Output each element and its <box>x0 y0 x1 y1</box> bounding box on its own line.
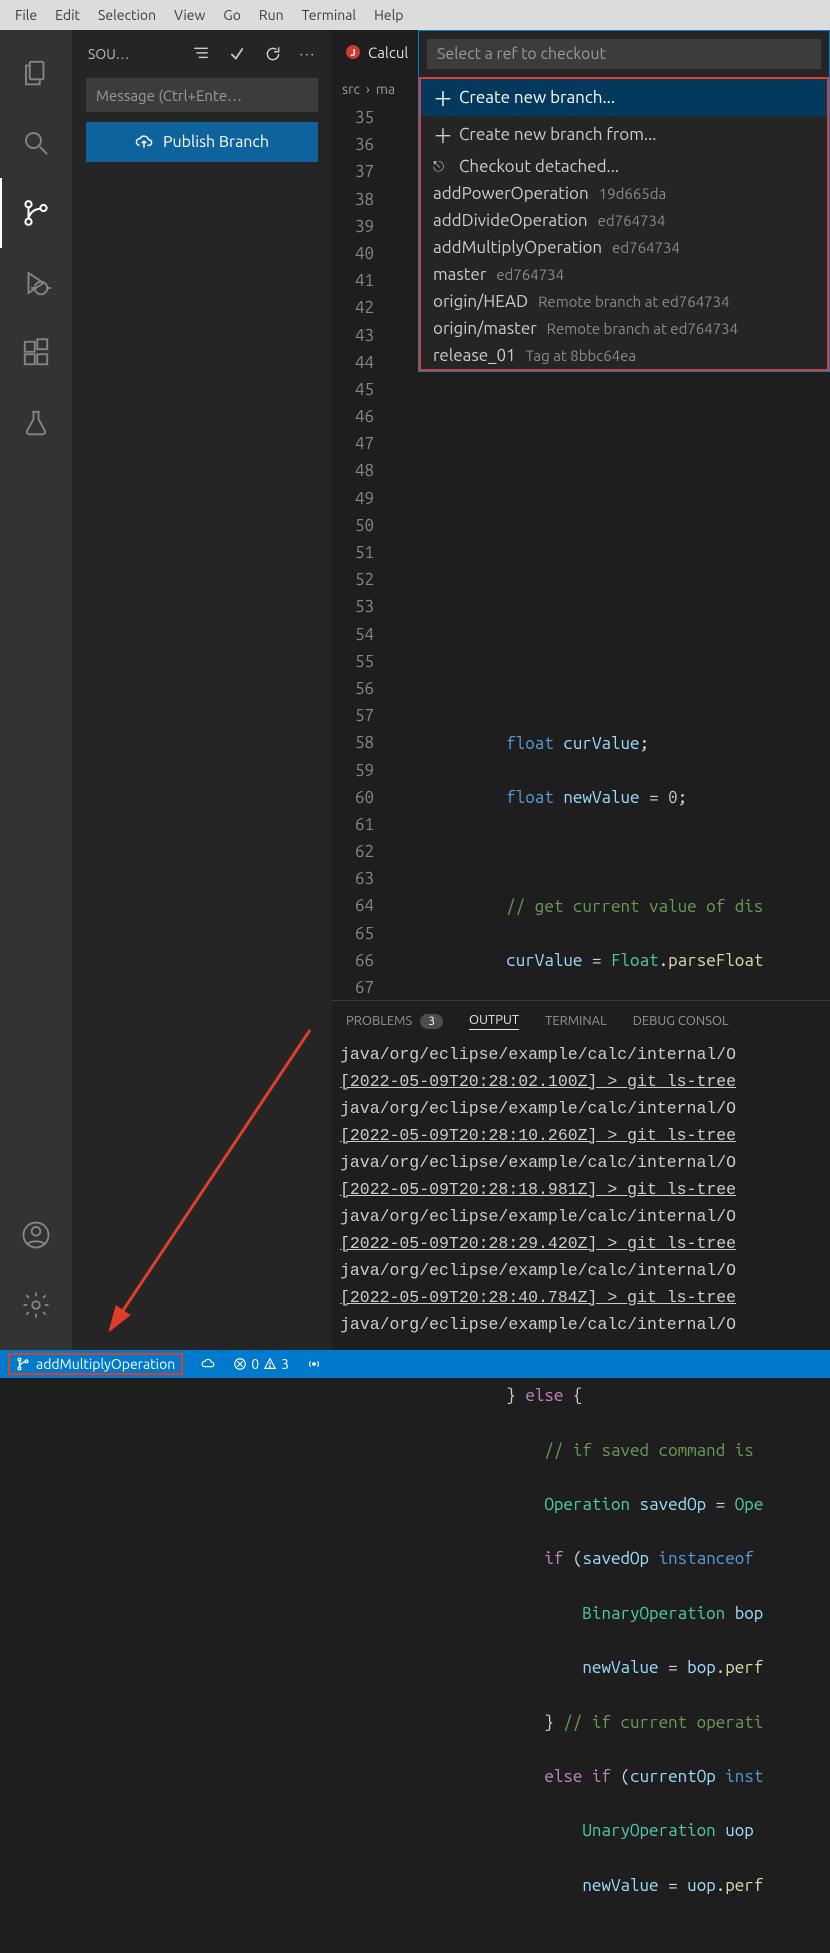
status-bar: addMultiplyOperation 0 3 <box>0 1350 830 1378</box>
activity-search[interactable] <box>0 108 72 178</box>
status-branch-name: addMultiplyOperation <box>36 1356 175 1372</box>
error-icon <box>233 1357 247 1371</box>
account-icon <box>21 1220 51 1250</box>
tab-title: Calcul <box>368 44 408 61</box>
quickpick-list: ＋ Create new branch... ＋ Create new bran… <box>419 77 829 371</box>
quickpick-item-hint: ed764734 <box>598 212 666 229</box>
problems-badge: 3 <box>420 1014 443 1029</box>
activity-explorer[interactable] <box>0 38 72 108</box>
source-control-icon <box>21 198 51 228</box>
quickpick-item-tag[interactable]: release_01 Tag at 8bbc64ea <box>421 342 827 369</box>
plus-icon: ＋ <box>433 83 449 112</box>
chevron-right-icon: › <box>366 81 370 97</box>
quickpick-item-hint: ed764734 <box>496 266 564 283</box>
status-branch[interactable]: addMultiplyOperation <box>8 1353 183 1375</box>
publish-branch-label: Publish Branch <box>163 133 269 151</box>
refresh-icon[interactable] <box>264 45 282 63</box>
output-body[interactable]: java/org/eclipse/example/calc/internal/O… <box>332 1041 830 1338</box>
warning-icon <box>263 1357 277 1371</box>
panel-tab-terminal[interactable]: TERMINAL <box>545 1014 607 1028</box>
panel-tabs: PROBLEMS 3 OUTPUT TERMINAL DEBUG CONSOL <box>332 1001 830 1041</box>
more-icon[interactable]: ··· <box>300 45 316 63</box>
scm-message-input[interactable]: Message (Ctrl+Ente… <box>86 78 318 112</box>
quickpick-item-hint: Remote branch at ed764734 <box>547 320 738 337</box>
sidebar-header: SOU… ··· <box>72 30 332 78</box>
quickpick-item-label: Checkout detached... <box>459 157 619 176</box>
editor-tab[interactable]: J Calcul <box>332 30 422 74</box>
quickpick-item-hint: Tag at 8bbc64ea <box>526 347 636 364</box>
view-as-tree-icon[interactable] <box>192 45 210 63</box>
extensions-icon <box>21 338 51 368</box>
activity-bar <box>0 30 72 1350</box>
quickpick-item-remote[interactable]: origin/master Remote branch at ed764734 <box>421 315 827 342</box>
cloud-icon <box>201 1357 215 1371</box>
java-file-icon: J <box>346 45 360 59</box>
error-count: 0 <box>251 1356 259 1372</box>
search-icon <box>21 128 51 158</box>
quickpick-item-label: addDivideOperation <box>433 211 588 230</box>
quickpick-item-hint: 19d665da <box>599 185 667 202</box>
quickpick-item-remote[interactable]: origin/HEAD Remote branch at ed764734 <box>421 288 827 315</box>
activity-testing[interactable] <box>0 388 72 458</box>
sidebar-scm: SOU… ··· Message (Ctrl+Ente… Publish Bra… <box>72 30 332 1350</box>
menubar[interactable]: File Edit Selection View Go Run Terminal… <box>0 0 830 30</box>
menu-edit[interactable]: Edit <box>46 7 89 23</box>
panel-tab-output[interactable]: OUTPUT <box>469 1013 519 1030</box>
panel-tab-label: PROBLEMS <box>346 1014 412 1028</box>
activity-extensions[interactable] <box>0 318 72 388</box>
menu-file[interactable]: File <box>6 7 46 23</box>
panel-tab-debug-console[interactable]: DEBUG CONSOL <box>633 1014 729 1028</box>
status-problems[interactable]: 0 3 <box>233 1356 289 1372</box>
warning-count: 3 <box>281 1356 289 1372</box>
broadcast-icon <box>307 1357 321 1371</box>
sidebar-title: SOU… <box>88 46 140 62</box>
quickpick-item-hint: Remote branch at ed764734 <box>538 293 729 310</box>
status-sync[interactable] <box>201 1357 215 1371</box>
quickpick-item-label: Create new branch from... <box>459 125 656 144</box>
panel-tab-problems[interactable]: PROBLEMS 3 <box>346 1014 443 1029</box>
quickpick-item-branch[interactable]: master ed764734 <box>421 261 827 288</box>
quickpick-item-branch[interactable]: addPowerOperation 19d665da <box>421 180 827 207</box>
quickpick-item-checkout-detached[interactable]: ⎋ Checkout detached... <box>421 153 827 180</box>
quickpick-item-label: master <box>433 265 486 284</box>
quickpick-item-label: addPowerOperation <box>433 184 589 203</box>
breadcrumb-item[interactable]: ma <box>376 81 395 97</box>
quickpick-item-branch[interactable]: addMultiplyOperation ed764734 <box>421 234 827 261</box>
files-icon <box>21 58 51 88</box>
quickpick-item-label: release_01 <box>433 346 516 365</box>
menu-help[interactable]: Help <box>365 7 412 23</box>
gear-icon <box>21 1290 51 1320</box>
git-branch-icon <box>16 1357 30 1371</box>
plus-icon: ＋ <box>433 120 449 149</box>
quickpick-item-create-branch[interactable]: ＋ Create new branch... <box>421 79 827 116</box>
quickpick-item-label: addMultiplyOperation <box>433 238 602 257</box>
publish-branch-button[interactable]: Publish Branch <box>86 122 318 162</box>
quickpick-item-branch[interactable]: addDivideOperation ed764734 <box>421 207 827 234</box>
cloud-upload-icon <box>135 133 153 151</box>
menu-run[interactable]: Run <box>250 7 293 23</box>
menu-selection[interactable]: Selection <box>89 7 165 23</box>
breadcrumb-item[interactable]: src <box>342 81 360 97</box>
debug-icon <box>21 268 51 298</box>
quickpick-item-label: Create new branch... <box>459 88 615 107</box>
quickpick: Select a ref to checkout ＋ Create new br… <box>418 30 830 372</box>
menu-go[interactable]: Go <box>214 7 249 23</box>
activity-accounts[interactable] <box>0 1200 72 1270</box>
commit-icon[interactable] <box>228 45 246 63</box>
panel: PROBLEMS 3 OUTPUT TERMINAL DEBUG CONSOL … <box>332 1000 830 1350</box>
activity-scm[interactable] <box>0 178 72 248</box>
menu-terminal[interactable]: Terminal <box>293 7 366 23</box>
beaker-icon <box>21 408 51 438</box>
status-radio[interactable] <box>307 1357 321 1371</box>
detach-icon: ⎋ <box>433 158 449 175</box>
quickpick-item-label: origin/HEAD <box>433 292 528 311</box>
activity-debug[interactable] <box>0 248 72 318</box>
activity-settings[interactable] <box>0 1270 72 1340</box>
menu-view[interactable]: View <box>165 7 214 23</box>
quickpick-item-hint: ed764734 <box>612 239 680 256</box>
quickpick-item-label: origin/master <box>433 319 537 338</box>
quickpick-item-create-branch-from[interactable]: ＋ Create new branch from... <box>421 116 827 153</box>
quickpick-input[interactable]: Select a ref to checkout <box>427 39 821 69</box>
